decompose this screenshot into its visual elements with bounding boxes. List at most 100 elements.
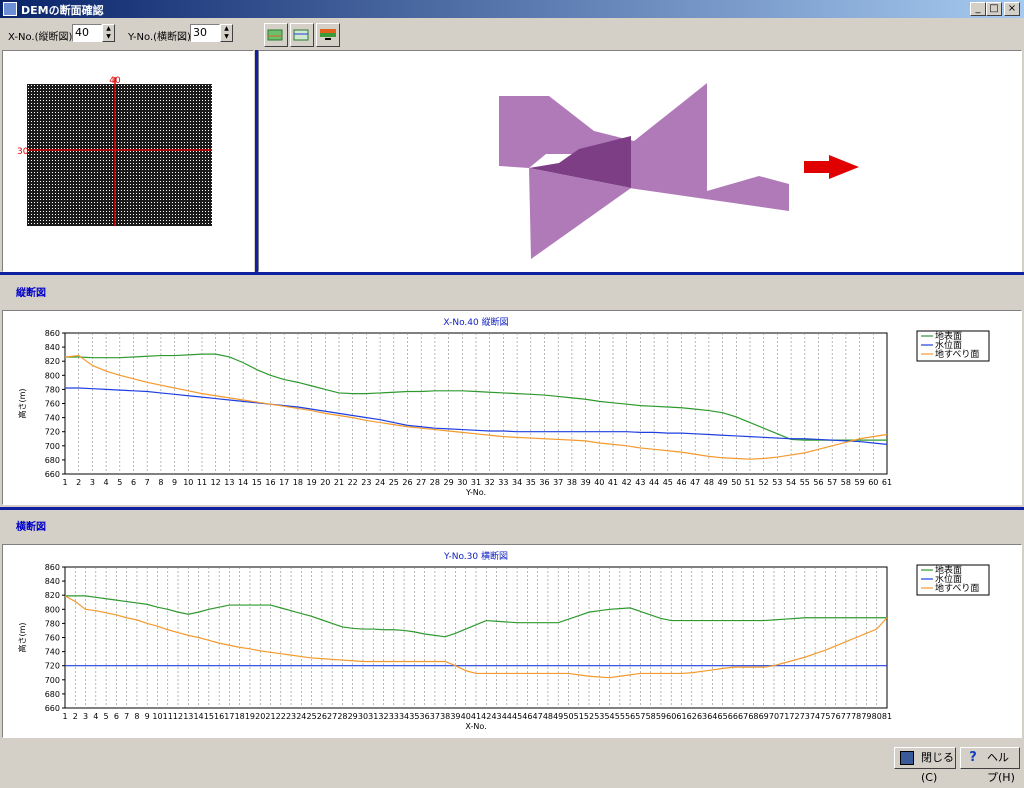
x-tick-label: 55 <box>800 478 810 487</box>
y-tick-label: 840 <box>45 577 60 586</box>
x-tick-label: 54 <box>786 478 796 487</box>
x-tick-label: 28 <box>337 712 347 721</box>
x-tick-label: 52 <box>759 478 769 487</box>
x-tick-label: 32 <box>378 712 388 721</box>
x-tick-label: 37 <box>430 712 440 721</box>
window-title: DEMの断面確認 <box>21 4 104 17</box>
x-tick-label: 8 <box>134 712 139 721</box>
x-tick-label: 46 <box>522 712 532 721</box>
x-tick-label: 79 <box>861 712 871 721</box>
x-tick-label: 37 <box>553 478 563 487</box>
x-tick-label: 69 <box>759 712 769 721</box>
x-tick-label: 6 <box>131 478 136 487</box>
x-tick-label: 9 <box>145 712 150 721</box>
y-tick-label: 820 <box>45 357 60 366</box>
x-tick-label: 22 <box>348 478 358 487</box>
x-tick-label: 72 <box>789 712 799 721</box>
layer-view-icon <box>293 29 309 41</box>
x-tick-label: 31 <box>471 478 481 487</box>
y-tick-label: 740 <box>45 648 60 657</box>
x-tick-label: 13 <box>183 712 193 721</box>
y-tick-label: 860 <box>45 563 60 572</box>
maximize-button[interactable]: □ <box>986 2 1002 16</box>
x-tick-label: 59 <box>656 712 666 721</box>
cross-chart-panel: Y-No.30 横断図 1 2 3 4 5 6 7 8 9 10 11 12 13 14 15 16 17 18 19… <box>2 544 1022 738</box>
section-header-longitudinal: 縦断図 <box>2 278 1022 310</box>
x-tick-label: 45 <box>512 712 522 721</box>
y-tick-label: 680 <box>45 456 60 465</box>
x-tick-label: 17 <box>279 478 289 487</box>
x-no-input[interactable]: 40 <box>72 24 102 42</box>
x-tick-label: 71 <box>779 712 789 721</box>
x-no-label: X-No.(縦断図) <box>8 32 73 43</box>
y-tick-label: 780 <box>45 619 60 628</box>
x-tick-label: 49 <box>553 712 563 721</box>
x-tick-label: 13 <box>224 478 234 487</box>
x-tick-label: 48 <box>704 478 714 487</box>
chart1-title: Y-No.30 横断図 <box>443 550 508 562</box>
x-tick-label: 25 <box>307 712 317 721</box>
x-tick-label: 58 <box>646 712 656 721</box>
x-tick-label: 50 <box>563 712 573 721</box>
chart0-title: X-No.40 縦断図 <box>443 316 508 328</box>
x-tick-label: 11 <box>163 712 173 721</box>
dem-grid-panel: 40 30 <box>2 50 254 272</box>
minimize-button[interactable]: _ <box>970 2 986 16</box>
x-tick-label: 60 <box>666 712 676 721</box>
x-tick-label: 24 <box>375 478 385 487</box>
x-tick-label: 63 <box>697 712 707 721</box>
longitudinal-chart: X-No.40 縦断図1 2 3 4 5 6 7 8 9 10 11 12 13 14 15 16 17 18 19… <box>17 316 990 497</box>
x-tick-label: 61 <box>882 478 892 487</box>
x-tick-label: 81 <box>882 712 892 721</box>
y-tick-label: 800 <box>45 605 60 614</box>
x-tick-label: 46 <box>676 478 686 487</box>
x-tick-label: 26 <box>317 712 327 721</box>
panel-splitter[interactable] <box>255 50 258 272</box>
x-tick-label: 1 <box>62 712 67 721</box>
x-no-spinner[interactable]: ▲ ▼ <box>102 24 115 42</box>
legend-label: 地すべり面 <box>935 348 979 360</box>
x-tick-label: 50 <box>731 478 741 487</box>
help-button-label: ヘルプ(H) <box>987 751 1015 784</box>
x-tick-label: 4 <box>104 478 109 487</box>
view-layer-button[interactable] <box>290 23 314 47</box>
y-tick-label: 760 <box>45 400 60 409</box>
x-tick-label: 59 <box>855 478 865 487</box>
x-tick-label: 16 <box>214 712 224 721</box>
x-tick-label: 38 <box>567 478 577 487</box>
y-no-input[interactable]: 30 <box>190 24 220 42</box>
x-tick-label: 10 <box>152 712 162 721</box>
longitudinal-chart-panel: X-No.40 縦断図 1 2 3 4 5 6 7 8 9 10 11 12 13 14 15 16 17 18 19… <box>2 310 1022 505</box>
x-tick-label: 45 <box>663 478 673 487</box>
x-tick-label: 5 <box>104 712 109 721</box>
close-button[interactable]: 閉じる(C) <box>894 747 956 784</box>
x-tick-label: 15 <box>252 478 262 487</box>
3d-section-view[interactable] <box>259 51 1021 271</box>
y-tick-label: 840 <box>45 343 60 352</box>
x-tick-label: 49 <box>718 478 728 487</box>
x-tick-label: 12 <box>211 478 221 487</box>
x-tick-label: 39 <box>581 478 591 487</box>
app-icon <box>3 2 17 16</box>
y-no-spinner[interactable]: ▲ ▼ <box>220 24 233 42</box>
help-button[interactable]: ? ヘルプ(H) <box>960 747 1020 784</box>
section-header-cross: 横断図 <box>2 512 1022 544</box>
chart0-y-axis-label: 高さ(m) <box>17 388 27 418</box>
legend-label: 地すべり面 <box>935 582 979 594</box>
x-tick-label: 14 <box>238 478 248 487</box>
x-tick-label: 8 <box>158 478 163 487</box>
view-section-button[interactable] <box>316 23 340 47</box>
y-tick-label: 700 <box>45 676 60 685</box>
x-tick-label: 40 <box>461 712 471 721</box>
x-tick-label: 44 <box>649 478 659 487</box>
x-marker-label: 40 <box>109 76 121 86</box>
x-tick-label: 4 <box>93 712 98 721</box>
chart0-legend: 地表面水位面地すべり面 <box>916 330 990 362</box>
dem-grid[interactable]: 40 30 <box>3 51 253 271</box>
x-tick-label: 27 <box>416 478 426 487</box>
x-tick-label: 53 <box>594 712 604 721</box>
chart1-y-axis-label: 高さ(m) <box>17 622 27 652</box>
close-window-button[interactable]: × <box>1004 2 1020 16</box>
view-3d-button[interactable] <box>264 23 288 47</box>
x-tick-label: 73 <box>800 712 810 721</box>
